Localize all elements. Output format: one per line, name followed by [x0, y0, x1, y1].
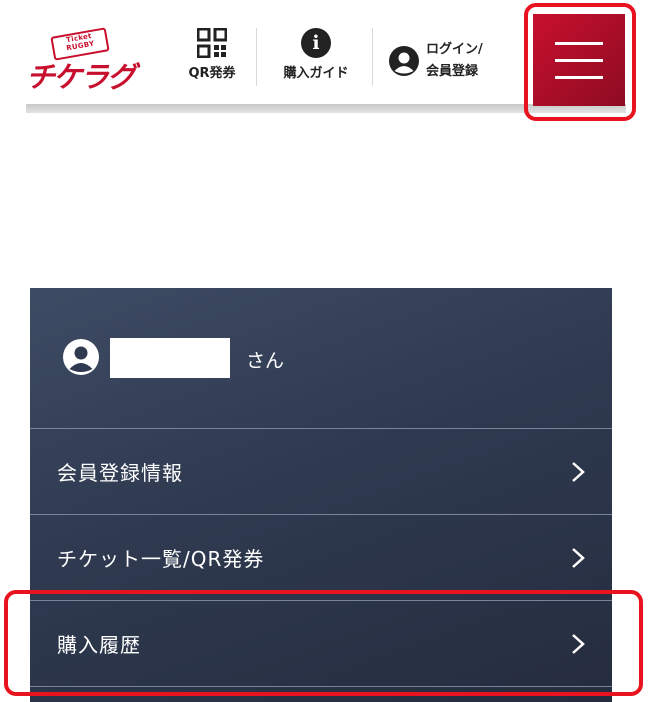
qr-issue-button[interactable]: QR発券 — [180, 28, 244, 90]
login-register-label: ログイン/ 会員登録 — [426, 42, 483, 79]
header-divider — [372, 28, 373, 86]
chikerugu-logo[interactable]: Ticket RUGBY チケラグ — [26, 27, 136, 94]
user-icon — [63, 339, 99, 375]
menu-item-label: 会員登録情報 — [57, 461, 183, 485]
purchase-guide-label: 購入ガイド — [283, 66, 349, 81]
annotation-highlight-purchase-history — [4, 590, 643, 696]
purchase-guide-button[interactable]: i 購入ガイド — [270, 28, 362, 90]
menu-item-label: チケット一覧/QR発券 — [57, 547, 265, 571]
qr-issue-label: QR発券 — [188, 66, 236, 81]
user-honorific: さん — [246, 350, 285, 372]
menu-item-ticket-list[interactable]: チケット一覧/QR発券 — [30, 515, 612, 601]
annotation-highlight-menu — [524, 3, 636, 121]
login-register-button[interactable]: ログイン/ 会員登録 — [388, 36, 506, 86]
qr-code-icon — [197, 28, 227, 58]
menu-item-member-info[interactable]: 会員登録情報 — [30, 429, 612, 515]
chevron-right-icon — [572, 547, 585, 568]
info-icon: i — [301, 28, 331, 58]
user-name — [110, 338, 230, 378]
header-divider — [256, 28, 257, 86]
drawer-user-row: さん — [30, 288, 612, 429]
user-icon — [389, 46, 419, 76]
logo-text: チケラグ — [26, 60, 136, 94]
chevron-right-icon — [572, 461, 585, 482]
